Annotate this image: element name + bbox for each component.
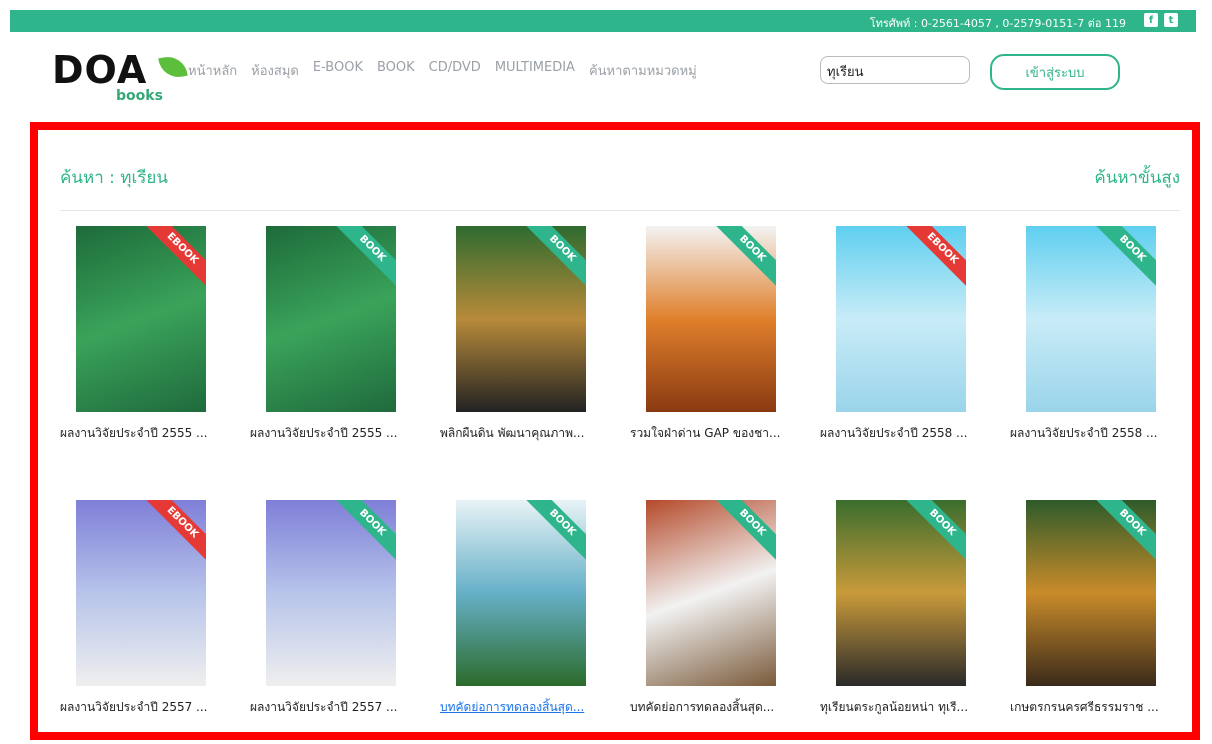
book-title[interactable]: ทุเรียนตระกูลน้อยหน่า ทุเรี... <box>820 698 980 717</box>
book-ribbon: BOOK <box>900 500 966 565</box>
results-panel: ค้นหา : ทุเรียน ค้นหาขั้นสูง EBOOK ผลงาน… <box>30 122 1200 740</box>
advanced-search-link[interactable]: ค้นหาขั้นสูง <box>1094 164 1180 191</box>
ebook-ribbon: EBOOK <box>140 226 206 291</box>
ebook-ribbon: EBOOK <box>900 226 966 291</box>
book-title[interactable]: บทคัดย่อการทดลองสิ้นสุด... <box>630 698 790 717</box>
book-title[interactable]: เกษตรกรนครศรีธรรมราช ... <box>1010 698 1170 717</box>
book-cover[interactable]: EBOOK <box>836 226 966 412</box>
book-title[interactable]: ผลงานวิจัยประจำปี 2555 ... <box>250 424 410 443</box>
book-cover[interactable]: BOOK <box>1026 226 1156 412</box>
book-cover[interactable]: BOOK <box>836 500 966 686</box>
book-title[interactable]: ผลงานวิจัยประจำปี 2557 ... <box>250 698 410 717</box>
nav-book[interactable]: BOOK <box>377 60 415 81</box>
main-nav: หน้าหลัก ห้องสมุด E-BOOK BOOK CD/DVD MUL… <box>188 60 711 81</box>
book-ribbon: BOOK <box>330 226 396 291</box>
divider <box>60 210 1180 211</box>
nav-home[interactable]: หน้าหลัก <box>188 60 237 81</box>
book-cover[interactable]: BOOK <box>456 500 586 686</box>
book-item[interactable]: BOOK ผลงานวิจัยประจำปี 2557 ... <box>250 500 420 717</box>
book-item[interactable]: BOOK เกษตรกรนครศรีธรรมราช ... <box>1010 500 1180 717</box>
nav-library[interactable]: ห้องสมุด <box>251 60 299 81</box>
book-cover[interactable]: BOOK <box>646 500 776 686</box>
book-ribbon: BOOK <box>1090 226 1156 291</box>
site-header: DOA books หน้าหลัก ห้องสมุด E-BOOK BOOK … <box>0 32 1212 112</box>
book-ribbon: BOOK <box>710 500 776 565</box>
book-title[interactable]: ผลงานวิจัยประจำปี 2558 ... <box>1010 424 1170 443</box>
book-cover[interactable]: EBOOK <box>76 500 206 686</box>
book-cover[interactable]: BOOK <box>1026 500 1156 686</box>
logo-subtext: books <box>116 88 163 104</box>
site-logo[interactable]: DOA books <box>52 50 188 110</box>
twitter-icon[interactable]: t <box>1164 13 1178 27</box>
top-bar: โทรศัพท์ : 0-2561-4057 , 0-2579-0151-7 ต… <box>10 10 1196 32</box>
book-ribbon: BOOK <box>520 226 586 291</box>
book-title[interactable]: ผลงานวิจัยประจำปี 2558 ... <box>820 424 980 443</box>
ebook-ribbon: EBOOK <box>140 500 206 565</box>
book-ribbon: BOOK <box>330 500 396 565</box>
search-input[interactable]: ทุเรียน <box>820 56 970 84</box>
book-title[interactable]: ผลงานวิจัยประจำปี 2555 ... <box>60 424 220 443</box>
book-item[interactable]: BOOK บทคัดย่อการทดลองสิ้นสุด... <box>630 500 800 717</box>
book-cover[interactable]: BOOK <box>646 226 776 412</box>
book-title-link[interactable]: บทคัดย่อการทดลองสิ้นสุด... <box>440 698 600 717</box>
book-item[interactable]: BOOK ผลงานวิจัยประจำปี 2558 ... <box>1010 226 1180 443</box>
book-item[interactable]: BOOK ทุเรียนตระกูลน้อยหน่า ทุเรี... <box>820 500 990 717</box>
book-item[interactable]: BOOK ผลงานวิจัยประจำปี 2555 ... <box>250 226 420 443</box>
search-results-title: ค้นหา : ทุเรียน <box>60 168 169 188</box>
book-cover[interactable]: BOOK <box>456 226 586 412</box>
social-links: f t <box>1144 13 1178 27</box>
book-cover[interactable]: BOOK <box>266 226 396 412</box>
nav-cd-dvd[interactable]: CD/DVD <box>429 60 481 81</box>
book-cover[interactable]: BOOK <box>266 500 396 686</box>
book-title[interactable]: รวมใจฝ่าด่าน GAP ของชา... <box>630 424 790 443</box>
book-item[interactable]: EBOOK ผลงานวิจัยประจำปี 2555 ... <box>60 226 230 443</box>
book-title[interactable]: พลิกผืนดิน พัฒนาคุณภาพ... <box>440 424 600 443</box>
facebook-icon[interactable]: f <box>1144 13 1158 27</box>
book-ribbon: BOOK <box>710 226 776 291</box>
nav-ebook[interactable]: E-BOOK <box>313 60 363 81</box>
book-item[interactable]: EBOOK ผลงานวิจัยประจำปี 2558 ... <box>820 226 990 443</box>
book-item[interactable]: BOOK รวมใจฝ่าด่าน GAP ของชา... <box>630 226 800 443</box>
contact-phone: โทรศัพท์ : 0-2561-4057 , 0-2579-0151-7 ต… <box>869 17 1126 30</box>
book-item[interactable]: BOOK พลิกผืนดิน พัฒนาคุณภาพ... <box>440 226 610 443</box>
book-ribbon: BOOK <box>1090 500 1156 565</box>
book-item[interactable]: BOOK บทคัดย่อการทดลองสิ้นสุด... <box>440 500 610 717</box>
book-item[interactable]: EBOOK ผลงานวิจัยประจำปี 2557 ... <box>60 500 230 717</box>
book-cover[interactable]: EBOOK <box>76 226 206 412</box>
nav-category-search[interactable]: ค้นหาตามหมวดหมู่ <box>589 60 697 81</box>
book-title[interactable]: ผลงานวิจัยประจำปี 2557 ... <box>60 698 220 717</box>
nav-multimedia[interactable]: MULTIMEDIA <box>495 60 575 81</box>
book-ribbon: BOOK <box>520 500 586 565</box>
login-button[interactable]: เข้าสู่ระบบ <box>990 54 1120 90</box>
